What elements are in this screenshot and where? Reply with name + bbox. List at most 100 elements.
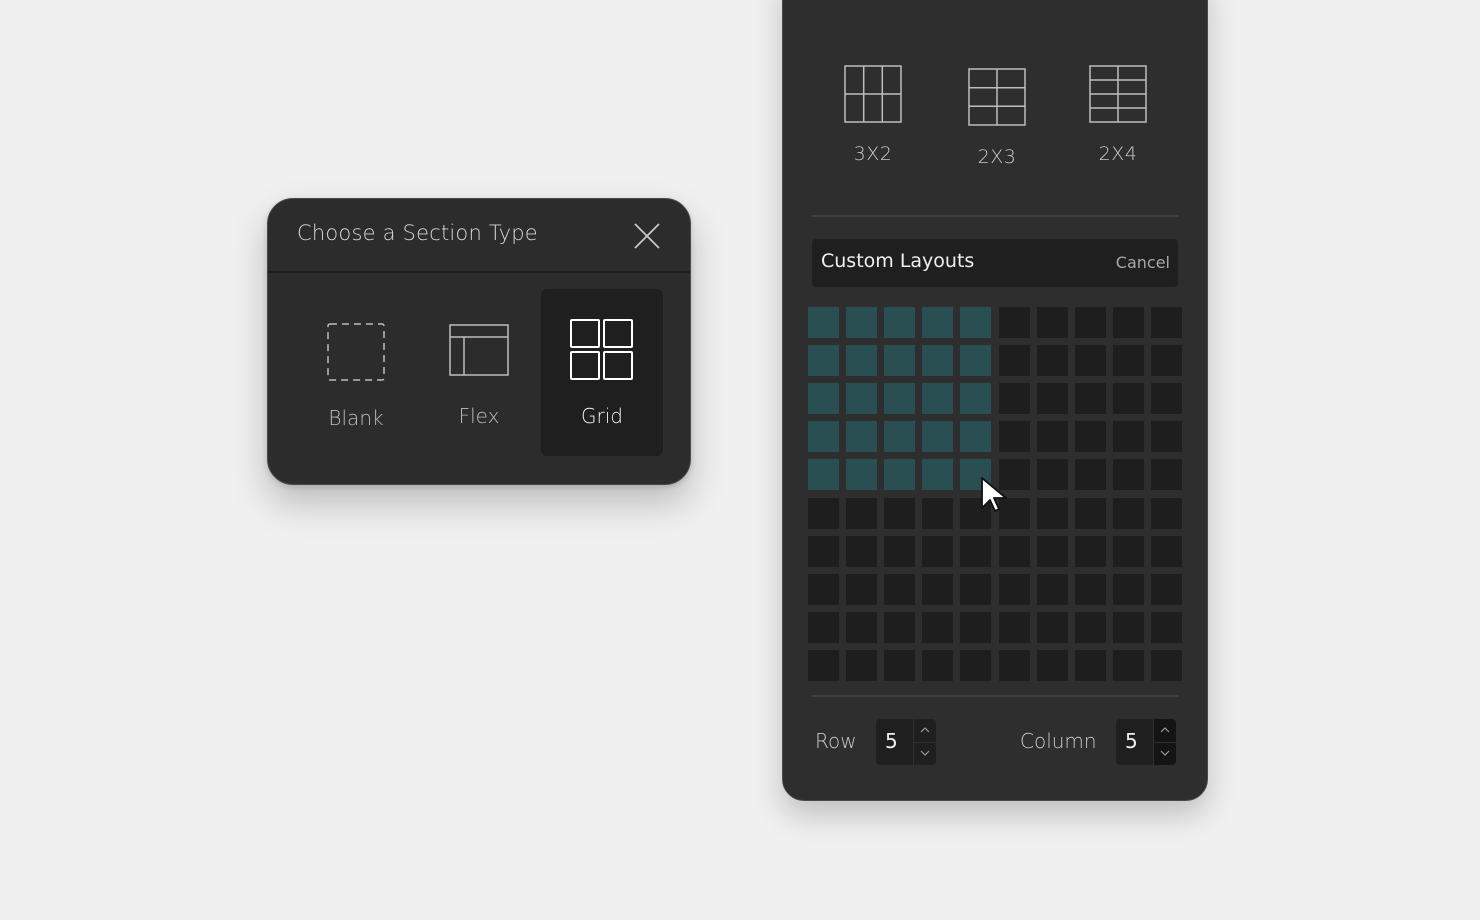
grid-cell[interactable] bbox=[998, 383, 1030, 415]
grid-cell[interactable] bbox=[1150, 459, 1182, 491]
grid-cell[interactable] bbox=[998, 421, 1030, 453]
grid-cell[interactable] bbox=[884, 421, 916, 453]
grid-cell[interactable] bbox=[884, 307, 916, 338]
grid-cell[interactable] bbox=[846, 345, 878, 377]
row-value[interactable]: 5 bbox=[885, 729, 898, 753]
grid-cell[interactable] bbox=[998, 307, 1030, 338]
grid-cell[interactable] bbox=[884, 649, 916, 681]
grid-cell[interactable] bbox=[846, 307, 878, 338]
grid-cell[interactable] bbox=[1036, 497, 1068, 529]
grid-cell[interactable] bbox=[922, 421, 954, 453]
grid-cell[interactable] bbox=[846, 383, 878, 415]
option-flex[interactable]: Flex bbox=[418, 289, 540, 456]
chevron-down-icon[interactable] bbox=[914, 742, 936, 765]
grid-cell[interactable] bbox=[884, 497, 916, 529]
grid-cell[interactable] bbox=[1150, 383, 1182, 415]
grid-cell[interactable] bbox=[1074, 345, 1106, 377]
grid-cell[interactable] bbox=[846, 611, 878, 643]
grid-cell[interactable] bbox=[1074, 307, 1106, 338]
grid-cell[interactable] bbox=[922, 345, 954, 377]
grid-cell[interactable] bbox=[1150, 535, 1182, 567]
grid-cell[interactable] bbox=[808, 345, 839, 377]
grid-cell[interactable] bbox=[1074, 497, 1106, 529]
grid-cell[interactable] bbox=[1074, 535, 1106, 567]
grid-cell[interactable] bbox=[1150, 345, 1182, 377]
grid-cell[interactable] bbox=[1036, 307, 1068, 338]
grid-cell[interactable] bbox=[922, 307, 954, 338]
column-value[interactable]: 5 bbox=[1125, 729, 1138, 753]
grid-cell[interactable] bbox=[998, 611, 1030, 643]
grid-cell[interactable] bbox=[884, 383, 916, 415]
grid-cell[interactable] bbox=[922, 459, 954, 491]
grid-cell[interactable] bbox=[884, 459, 916, 491]
grid-cell[interactable] bbox=[1112, 649, 1144, 681]
grid-cell[interactable] bbox=[1150, 649, 1182, 681]
grid-cell[interactable] bbox=[1150, 611, 1182, 643]
grid-cell[interactable] bbox=[922, 649, 954, 681]
grid-cell[interactable] bbox=[808, 497, 839, 529]
option-blank[interactable]: Blank bbox=[295, 289, 417, 456]
grid-cell[interactable] bbox=[884, 573, 916, 605]
grid-cell[interactable] bbox=[1036, 535, 1068, 567]
grid-cell[interactable] bbox=[922, 611, 954, 643]
row-stepper[interactable]: 5 bbox=[876, 719, 936, 765]
grid-cell[interactable] bbox=[1112, 535, 1144, 567]
grid-cell[interactable] bbox=[846, 421, 878, 453]
grid-cell[interactable] bbox=[1112, 421, 1144, 453]
grid-cell[interactable] bbox=[1036, 649, 1068, 681]
grid-cell[interactable] bbox=[1036, 345, 1068, 377]
grid-cell[interactable] bbox=[808, 383, 839, 415]
grid-cell[interactable] bbox=[1074, 421, 1106, 453]
grid-cell[interactable] bbox=[884, 345, 916, 377]
grid-cell[interactable] bbox=[846, 649, 878, 681]
grid-cell[interactable] bbox=[1036, 383, 1068, 415]
grid-cell[interactable] bbox=[808, 649, 839, 681]
grid-cell[interactable] bbox=[922, 573, 954, 605]
grid-cell[interactable] bbox=[1112, 611, 1144, 643]
grid-cell[interactable] bbox=[960, 307, 992, 338]
grid-cell[interactable] bbox=[1074, 459, 1106, 491]
grid-cell[interactable] bbox=[960, 649, 992, 681]
grid-cell[interactable] bbox=[1112, 497, 1144, 529]
preset-2x4[interactable]: 2X4 bbox=[1068, 65, 1168, 165]
grid-cell[interactable] bbox=[808, 421, 839, 453]
grid-cell[interactable] bbox=[1036, 573, 1068, 605]
grid-cell[interactable] bbox=[1074, 649, 1106, 681]
grid-cell[interactable] bbox=[1036, 459, 1068, 491]
grid-cell[interactable] bbox=[884, 535, 916, 567]
grid-cell[interactable] bbox=[922, 535, 954, 567]
close-icon[interactable] bbox=[632, 221, 662, 251]
grid-cell[interactable] bbox=[808, 611, 839, 643]
grid-cell[interactable] bbox=[846, 497, 878, 529]
grid-cell[interactable] bbox=[1036, 421, 1068, 453]
column-stepper[interactable]: 5 bbox=[1116, 719, 1176, 765]
grid-cell[interactable] bbox=[960, 573, 992, 605]
grid-cell[interactable] bbox=[960, 611, 992, 643]
grid-cell[interactable] bbox=[1074, 573, 1106, 605]
grid-cell[interactable] bbox=[998, 345, 1030, 377]
grid-cell[interactable] bbox=[922, 497, 954, 529]
grid-cell[interactable] bbox=[808, 573, 839, 605]
grid-cell[interactable] bbox=[960, 345, 992, 377]
grid-cell[interactable] bbox=[960, 421, 992, 453]
grid-cell[interactable] bbox=[1112, 573, 1144, 605]
grid-cell[interactable] bbox=[960, 535, 992, 567]
preset-3x2[interactable]: 3X2 bbox=[823, 65, 923, 165]
grid-cell[interactable] bbox=[998, 535, 1030, 567]
grid-cell[interactable] bbox=[1150, 497, 1182, 529]
cancel-button[interactable]: Cancel bbox=[1116, 253, 1170, 272]
grid-cell[interactable] bbox=[998, 573, 1030, 605]
grid-cell[interactable] bbox=[1150, 421, 1182, 453]
option-grid[interactable]: Grid bbox=[541, 289, 663, 456]
grid-cell[interactable] bbox=[1074, 383, 1106, 415]
grid-cell[interactable] bbox=[960, 383, 992, 415]
grid-cell[interactable] bbox=[1112, 459, 1144, 491]
grid-cell[interactable] bbox=[1112, 307, 1144, 338]
grid-cell[interactable] bbox=[884, 611, 916, 643]
grid-cell[interactable] bbox=[846, 535, 878, 567]
chevron-up-icon[interactable] bbox=[914, 719, 936, 743]
grid-cell[interactable] bbox=[846, 459, 878, 491]
grid-cell[interactable] bbox=[1112, 383, 1144, 415]
chevron-up-icon[interactable] bbox=[1154, 719, 1176, 743]
grid-cell[interactable] bbox=[1150, 573, 1182, 605]
